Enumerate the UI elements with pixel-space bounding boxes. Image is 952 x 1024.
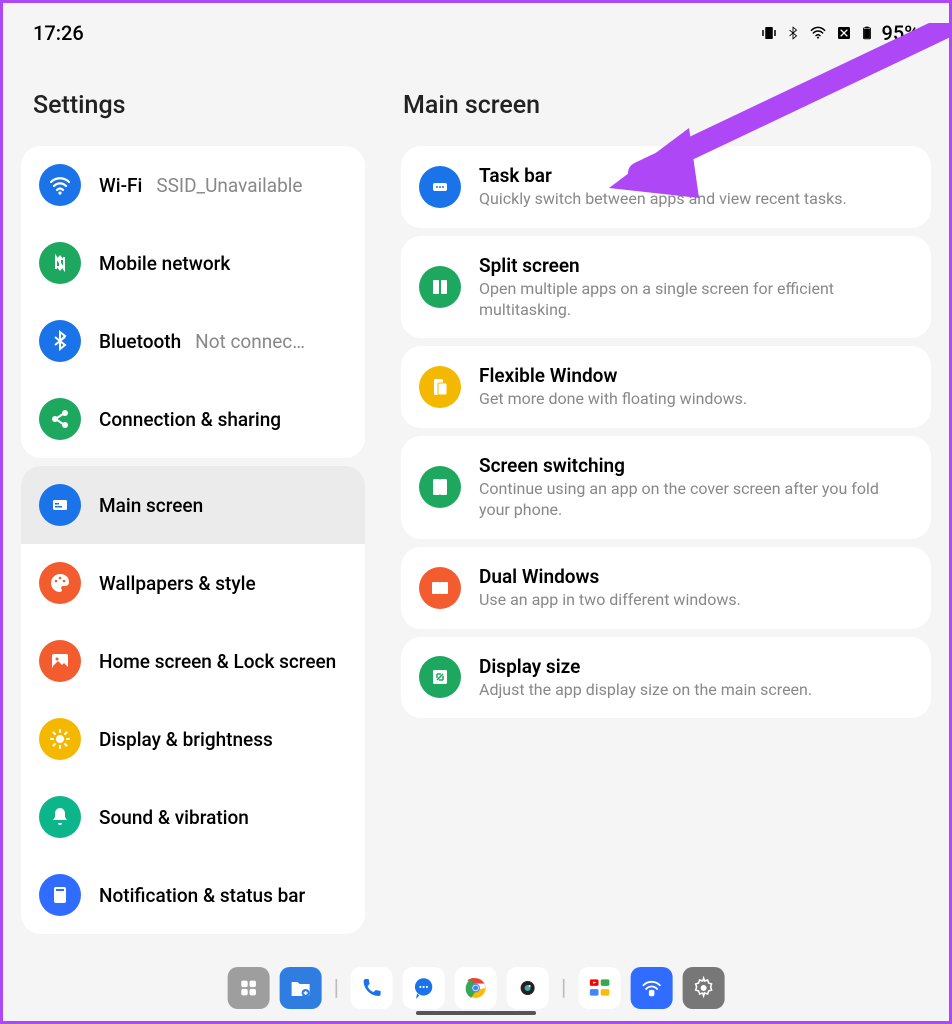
- sidebar-item-mobile[interactable]: Mobile network: [21, 224, 365, 302]
- sidebar-group: Wi-Fi SSID_Unavailable Mobile network Blu…: [21, 146, 365, 458]
- sidebar-item-label: Mobile network: [99, 252, 347, 275]
- sidebar-item-label: Home screen & Lock screen: [99, 650, 347, 673]
- main-item-dual[interactable]: Dual Windows Use an app in two different…: [401, 547, 931, 629]
- detail-title: Task bar: [479, 164, 913, 187]
- detail-desc: Continue using an app on the cover scree…: [479, 479, 913, 521]
- taskbar-chrome-icon[interactable]: [455, 967, 497, 1009]
- detail-title: Dual Windows: [479, 565, 913, 588]
- bt-icon: [39, 320, 81, 362]
- sidebar-item-display[interactable]: Display & brightness: [21, 700, 365, 778]
- sidebar-item-notif[interactable]: Notification & status bar: [21, 856, 365, 934]
- status-bar: 17:26 95%: [3, 3, 949, 63]
- sidebar-item-sublabel: SSID_Unavailable: [156, 174, 347, 197]
- battery-icon: [860, 23, 874, 43]
- sidebar-item-conn[interactable]: Connection & sharing: [21, 380, 365, 458]
- nosim-icon: [836, 25, 852, 41]
- status-icons: 95%: [760, 21, 919, 45]
- bell-icon: [39, 796, 81, 838]
- detail-desc: Quickly switch between apps and view rec…: [479, 189, 913, 210]
- taskbar-camera-icon[interactable]: [507, 967, 549, 1009]
- main-item-dispsize[interactable]: Display size Adjust the app display size…: [401, 637, 931, 719]
- taskbar-separator: |: [561, 976, 566, 1001]
- sun-icon: [39, 718, 81, 760]
- notif-icon: [39, 874, 81, 916]
- settings-sidebar: Settings Wi-FiSSID_Unavailable Mobile ne…: [3, 3, 383, 1021]
- detail-desc: Use an app in two different windows.: [479, 590, 913, 611]
- detail-title: Flexible Window: [479, 364, 913, 387]
- main-panel: Main screen Task bar Quickly switch betw…: [383, 3, 949, 1021]
- dispsize-icon: [419, 656, 461, 698]
- flex-icon: [419, 366, 461, 408]
- main-item-split[interactable]: Split screen Open multiple apps on a sin…: [401, 236, 931, 339]
- battery-pct: 95%: [882, 21, 919, 45]
- mainscreen-icon: [39, 484, 81, 526]
- bluetooth-icon: [786, 24, 800, 42]
- mobile-icon: [39, 242, 81, 284]
- taskbar-files-icon[interactable]: [280, 967, 322, 1009]
- taskbar-remote-icon[interactable]: [630, 967, 672, 1009]
- palette-icon: [39, 562, 81, 604]
- sidebar-item-wifi[interactable]: Wi-Fi SSID_Unavailable: [21, 146, 365, 224]
- dual-icon: [419, 567, 461, 609]
- taskbar-youtube-icon[interactable]: [578, 967, 620, 1009]
- sidebar-item-label: Sound & vibration: [99, 806, 347, 829]
- sidebar-item-sublabel: Not connec…: [195, 330, 347, 353]
- sidebar-item-label: Wallpapers & style: [99, 572, 347, 595]
- sidebar-item-label: Notification & status bar: [99, 884, 347, 907]
- sidebar-item-label: Display & brightness: [99, 728, 347, 751]
- taskbar-icon: [419, 166, 461, 208]
- main-item-taskbar[interactable]: Task bar Quickly switch between apps and…: [401, 146, 931, 228]
- detail-title: Screen switching: [479, 454, 913, 477]
- wifi-icon: [808, 25, 828, 41]
- sidebar-item-mainscreen[interactable]: Main screen: [21, 466, 365, 544]
- taskbar-messages-icon[interactable]: [403, 967, 445, 1009]
- sidebar-item-label: Wi-Fi: [99, 174, 142, 197]
- taskbar-dock: ||: [212, 959, 741, 1017]
- detail-desc: Adjust the app display size on the main …: [479, 680, 913, 701]
- switch-icon: [419, 466, 461, 508]
- wifi-icon: [39, 164, 81, 206]
- home-handle[interactable]: [416, 1011, 536, 1015]
- split-icon: [419, 266, 461, 308]
- sidebar-item-bt[interactable]: Bluetooth Not connec…: [21, 302, 365, 380]
- sidebar-item-wallpapers[interactable]: Wallpapers & style: [21, 544, 365, 622]
- taskbar-separator: |: [334, 976, 339, 1001]
- vibrate-icon: [760, 24, 778, 42]
- main-item-switch[interactable]: Screen switching Continue using an app o…: [401, 436, 931, 539]
- sidebar-item-label: Bluetooth: [99, 330, 181, 353]
- status-time: 17:26: [33, 21, 84, 45]
- sidebar-item-sound[interactable]: Sound & vibration: [21, 778, 365, 856]
- sidebar-item-label: Main screen: [99, 494, 347, 517]
- sidebar-item-homelock[interactable]: Home screen & Lock screen: [21, 622, 365, 700]
- taskbar-settings-icon[interactable]: [682, 967, 724, 1009]
- main-item-flex[interactable]: Flexible Window Get more done with float…: [401, 346, 931, 428]
- taskbar-phone-icon[interactable]: [351, 967, 393, 1009]
- sidebar-group: Main screen Wallpapers & style Home scre…: [21, 466, 365, 934]
- detail-title: Display size: [479, 655, 913, 678]
- taskbar-apps-icon[interactable]: [228, 967, 270, 1009]
- image-icon: [39, 640, 81, 682]
- detail-desc: Get more done with floating windows.: [479, 389, 913, 410]
- detail-desc: Open multiple apps on a single screen fo…: [479, 279, 913, 321]
- sidebar-item-label: Connection & sharing: [99, 408, 347, 431]
- detail-title: Split screen: [479, 254, 913, 277]
- share-icon: [39, 398, 81, 440]
